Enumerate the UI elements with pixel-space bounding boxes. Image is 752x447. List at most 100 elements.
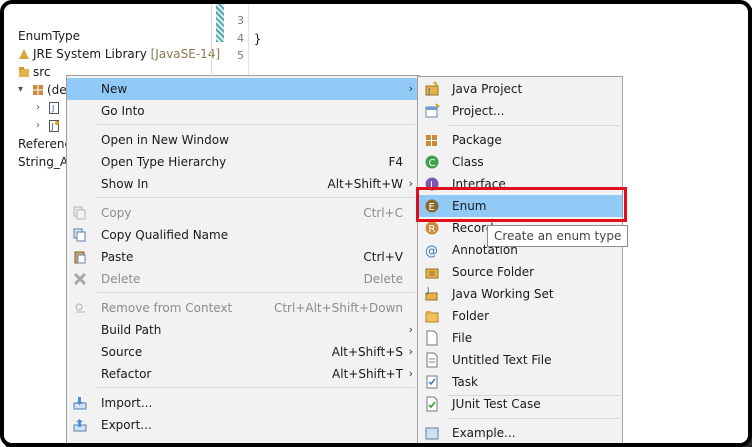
referenced-label: Referenc (18, 137, 72, 151)
copy-qualified-name-icon (73, 228, 86, 242)
menu-accelerator: Ctrl+Alt+Shift+Down (273, 301, 403, 315)
menu-separator (97, 387, 415, 388)
menu-item-source[interactable]: Source Alt+Shift+S › (67, 341, 419, 363)
java-file-icon: J (49, 102, 59, 114)
menu-separator (97, 124, 415, 125)
example-icon (425, 427, 439, 440)
folder-icon (425, 311, 439, 323)
context-menu: New › Go Into Open in New Window Open Ty… (66, 75, 420, 443)
tree-item-jre-library[interactable]: JRE System Library [JavaSE-14] (18, 45, 220, 63)
submenu-item-package[interactable]: Package (418, 129, 622, 151)
new-submenu: J Java Project Project... Package C Clas… (417, 76, 623, 443)
import-icon (73, 397, 87, 410)
class-icon: C (425, 155, 439, 169)
menu-separator (97, 292, 415, 293)
submenu-item-task[interactable]: Task (418, 371, 622, 393)
record-icon: R (425, 221, 439, 235)
enum-tooltip: Create an enum type (487, 225, 629, 247)
annotation-icon: @ (425, 244, 438, 258)
svg-text:J: J (51, 122, 54, 131)
working-set-icon: J (425, 286, 438, 301)
svg-text:C: C (429, 158, 436, 169)
package-icon (426, 135, 437, 146)
tree-item-java-file-2[interactable]: J (48, 117, 63, 135)
highlight-annotation-box (416, 187, 627, 222)
svg-text:@: @ (425, 244, 438, 258)
export-icon (73, 419, 87, 432)
submenu-arrow-icon: › (408, 367, 413, 380)
source-folder-icon (425, 268, 439, 279)
tree-item-referenced[interactable]: Referenc (18, 135, 71, 153)
file-icon (426, 330, 438, 346)
menu-item-remove-from-context[interactable]: Remove from Context Ctrl+Alt+Shift+Down (67, 297, 419, 319)
submenu-item-project[interactable]: Project... (418, 100, 622, 122)
svg-text:J: J (51, 104, 54, 113)
package-icon (33, 85, 43, 95)
expand-arrow-icon[interactable]: ▾ (18, 84, 23, 95)
submenu-item-folder[interactable]: Folder (418, 305, 622, 327)
menu-accelerator: Alt+Shift+T (332, 367, 403, 381)
copy-icon (73, 206, 86, 220)
tree-item-src[interactable]: src (18, 63, 51, 81)
junit-icon (426, 396, 438, 412)
menu-item-new[interactable]: New › (67, 78, 419, 100)
svg-text:J: J (426, 286, 429, 295)
package-label: (de (47, 83, 67, 97)
jre-label: JRE System Library (33, 47, 147, 61)
pane-divider (211, 4, 212, 74)
menu-item-open-type-hierarchy[interactable]: Open Type Hierarchy F4 (67, 151, 419, 173)
project-name: EnumType (18, 29, 81, 43)
submenu-arrow-icon: › (408, 177, 413, 190)
line-number: 5 (237, 49, 244, 62)
submenu-item-class[interactable]: C Class (418, 151, 622, 173)
tree-item-java-file[interactable]: J (48, 99, 63, 117)
menu-accelerator: F4 (388, 155, 403, 169)
menu-accelerator: Ctrl+V (363, 250, 403, 264)
submenu-item-untitled-text-file[interactable]: Untitled Text File (418, 349, 622, 371)
menu-item-import[interactable]: Import... (67, 392, 419, 414)
collapse-arrow-icon[interactable]: › (36, 102, 40, 113)
submenu-item-file[interactable]: File (418, 327, 622, 349)
menu-item-show-in[interactable]: Show In Alt+Shift+W › (67, 173, 419, 195)
jre-version: [JavaSE-14] (150, 47, 221, 61)
paste-icon (74, 251, 86, 264)
submenu-item-junit-test-case[interactable]: JUnit Test Case (418, 393, 622, 415)
svg-text:J: J (427, 87, 430, 96)
java-project-icon: J (425, 81, 439, 96)
submenu-arrow-icon: › (408, 82, 413, 95)
java-file-icon: J (49, 120, 59, 132)
menu-accelerator: Delete (363, 272, 403, 286)
tree-item-package[interactable]: (de (32, 81, 67, 99)
menu-separator (448, 418, 620, 419)
code-line[interactable]: } (254, 32, 261, 46)
src-label: src (33, 65, 51, 79)
submenu-item-java-project[interactable]: J Java Project (418, 78, 622, 100)
submenu-item-java-working-set[interactable]: J Java Working Set (418, 283, 622, 305)
menu-item-go-into[interactable]: Go Into (67, 100, 419, 122)
string-label: String_A (18, 155, 69, 169)
menu-item-paste[interactable]: Paste Ctrl+V (67, 246, 419, 268)
source-folder-icon (19, 67, 29, 77)
svg-text:R: R (429, 224, 436, 235)
change-markers (216, 4, 226, 44)
submenu-arrow-icon: › (408, 323, 413, 336)
menu-item-delete[interactable]: Delete Delete (67, 268, 419, 290)
line-number: 3 (237, 14, 244, 27)
submenu-item-source-folder[interactable]: Source Folder (418, 261, 622, 283)
menu-accelerator: Alt+Shift+W (327, 177, 404, 191)
task-icon (426, 375, 438, 389)
menu-item-copy-qualified-name[interactable]: Copy Qualified Name (67, 224, 419, 246)
menu-item-open-in-new-window[interactable]: Open in New Window (67, 129, 419, 151)
menu-item-copy[interactable]: Copy Ctrl+C (67, 202, 419, 224)
menu-separator (448, 125, 620, 126)
menu-item-build-path[interactable]: Build Path › (67, 319, 419, 341)
library-icon (19, 49, 29, 59)
tree-item-string[interactable]: String_A (18, 153, 68, 171)
submenu-item-example[interactable]: Example... (418, 422, 622, 443)
collapse-arrow-icon[interactable]: › (36, 120, 40, 131)
tree-item-project[interactable]: EnumType (18, 27, 80, 45)
remove-context-icon (75, 303, 85, 313)
menu-item-export[interactable]: Export... (67, 414, 419, 436)
menu-item-refactor[interactable]: Refactor Alt+Shift+T › (67, 363, 419, 385)
menu-accelerator: Ctrl+C (363, 206, 403, 220)
